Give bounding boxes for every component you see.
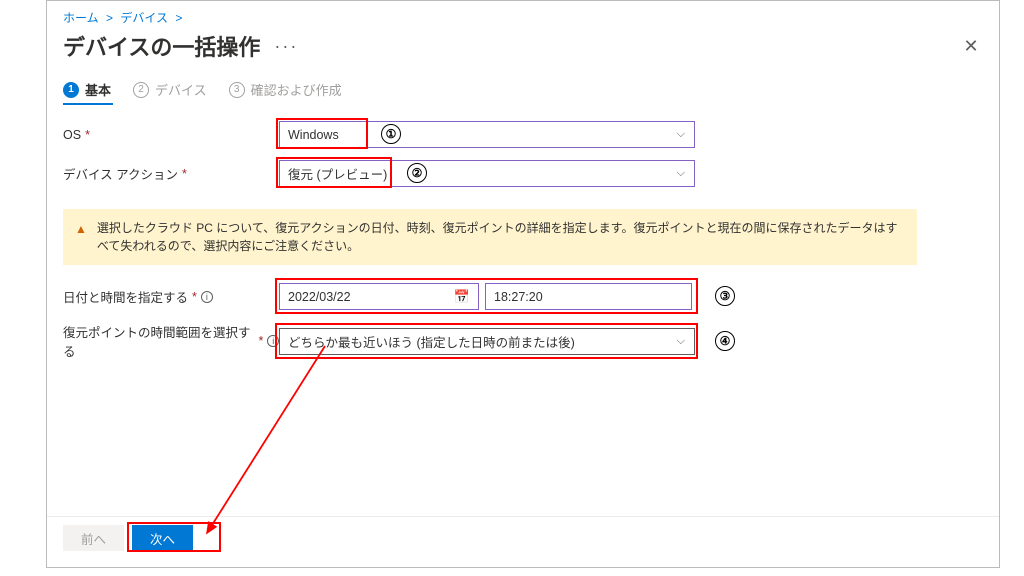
chevron-right-icon: > — [175, 11, 182, 25]
step-devices[interactable]: 2 デバイス — [133, 80, 207, 99]
annotation-box — [276, 157, 392, 188]
annotation-box — [127, 522, 221, 552]
step-basic[interactable]: 1 基本 — [63, 80, 111, 99]
chevron-right-icon: > — [106, 11, 113, 25]
prev-button[interactable]: 前へ — [63, 525, 124, 551]
datetime-label: 日付と時間を指定する* i — [63, 287, 279, 306]
annotation-box — [275, 323, 698, 359]
annotation-number-1: ① — [381, 124, 401, 144]
breadcrumb-home[interactable]: ホーム — [63, 11, 99, 25]
warning-text: 選択したクラウド PC について、復元アクションの日付、時刻、復元ポイントの詳細… — [97, 219, 905, 255]
annotation-number-3: ③ — [715, 286, 735, 306]
step-indicator — [63, 103, 113, 105]
step-review[interactable]: 3 確認および作成 — [229, 80, 342, 99]
step-number-icon: 3 — [229, 82, 245, 98]
step-label: 確認および作成 — [251, 80, 342, 99]
wizard-footer: 前へ 次へ — [47, 516, 999, 559]
annotation-number-4: ④ — [715, 331, 735, 351]
annotation-number-2: ② — [407, 163, 427, 183]
info-icon[interactable]: i — [201, 291, 213, 303]
os-label: OS* — [63, 128, 279, 142]
breadcrumb-devices[interactable]: デバイス — [120, 11, 168, 25]
breadcrumb: ホーム > デバイス > — [63, 9, 983, 26]
device-action-label: デバイス アクション* — [63, 164, 279, 183]
step-number-icon: 1 — [63, 82, 79, 98]
annotation-box — [276, 118, 368, 149]
close-button[interactable]: ✕ — [959, 36, 983, 57]
warning-icon: ▲ — [75, 220, 87, 255]
more-actions-button[interactable]: ··· — [274, 36, 298, 57]
step-label: 基本 — [85, 80, 111, 99]
wizard-steps: 1 基本 2 デバイス 3 確認および作成 — [63, 80, 983, 99]
step-number-icon: 2 — [133, 82, 149, 98]
restore-range-label: 復元ポイントの時間範囲を選択する* i — [63, 322, 279, 360]
page-title: デバイスの一括操作 — [63, 30, 260, 62]
annotation-box — [275, 278, 698, 314]
step-label: デバイス — [155, 80, 207, 99]
warning-banner: ▲ 選択したクラウド PC について、復元アクションの日付、時刻、復元ポイントの… — [63, 209, 917, 265]
